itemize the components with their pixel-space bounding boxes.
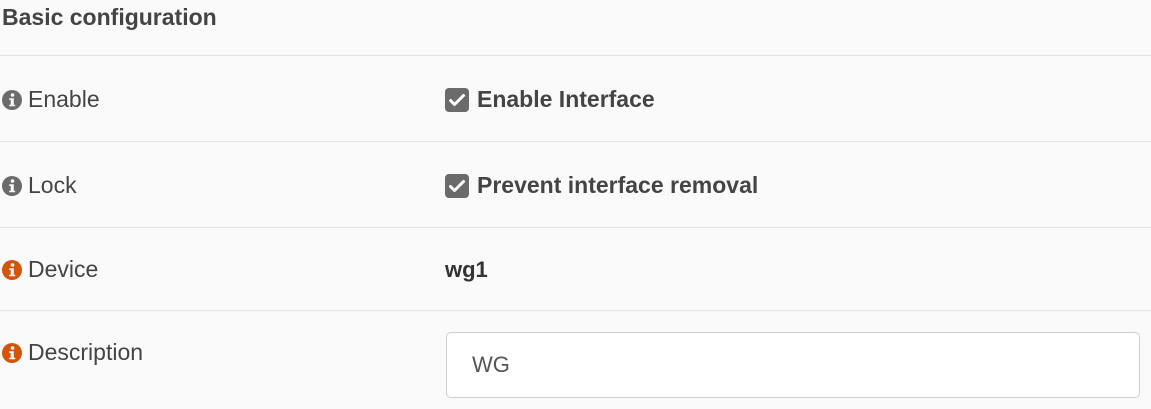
enable-interface-checkbox[interactable]	[445, 87, 469, 112]
prevent-removal-label[interactable]: Prevent interface removal	[477, 172, 758, 199]
info-icon[interactable]	[2, 342, 22, 363]
device-label: Device	[28, 256, 99, 282]
enable-label: Enable	[28, 86, 100, 112]
description-label-cell: Description	[2, 339, 143, 366]
description-label: Description	[28, 339, 144, 365]
enable-label-cell: Enable	[2, 86, 100, 113]
checkmark-icon	[449, 179, 465, 192]
device-value: wg1	[445, 257, 488, 282]
device-value-cell: wg1	[445, 257, 488, 283]
lock-label: Lock	[28, 172, 77, 198]
device-row: Device wg1	[0, 228, 1151, 311]
description-input[interactable]	[446, 332, 1140, 398]
device-label-cell: Device	[2, 256, 98, 283]
checkmark-icon	[449, 93, 465, 106]
lock-row: Lock Prevent interface removal	[0, 142, 1151, 228]
lock-label-cell: Lock	[2, 172, 77, 199]
prevent-removal-checkbox[interactable]	[445, 173, 469, 198]
section-header: Basic configuration	[0, 0, 1151, 56]
basic-configuration-panel: Basic configuration Enable Enable Interf…	[0, 0, 1151, 409]
info-icon[interactable]	[2, 259, 22, 280]
info-icon[interactable]	[2, 89, 22, 110]
section-title: Basic configuration	[2, 4, 217, 30]
description-row: Description	[0, 311, 1151, 409]
enable-row: Enable Enable Interface	[0, 56, 1151, 142]
enable-value-cell: Enable Interface	[445, 86, 655, 113]
lock-value-cell: Prevent interface removal	[445, 172, 758, 199]
enable-interface-label[interactable]: Enable Interface	[477, 86, 655, 113]
info-icon[interactable]	[2, 175, 22, 196]
